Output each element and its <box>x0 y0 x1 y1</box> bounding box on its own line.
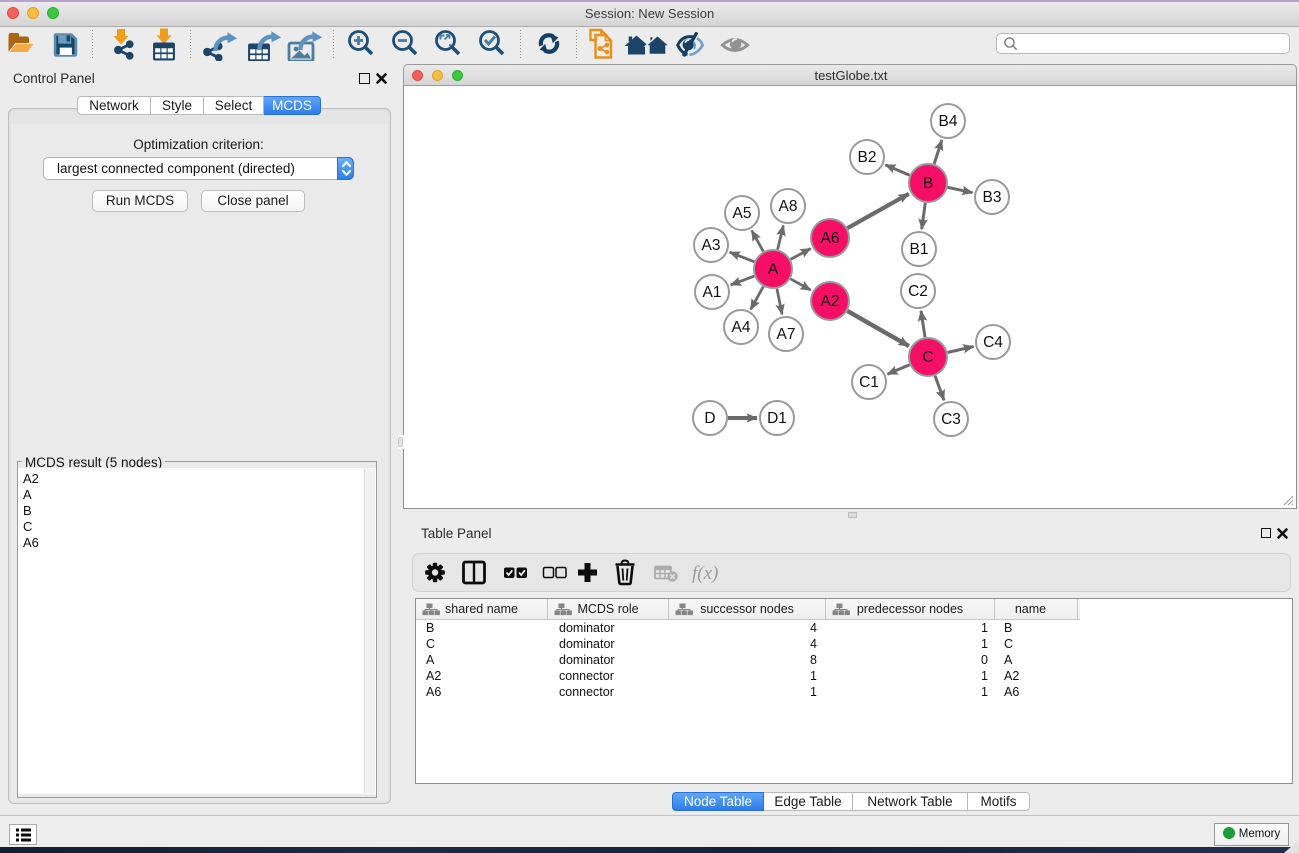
svg-text:C1: C1 <box>859 374 879 391</box>
svg-text:A3: A3 <box>702 237 721 254</box>
svg-text:A6: A6 <box>821 230 840 247</box>
svg-text:B: B <box>923 175 933 192</box>
svg-text:A: A <box>768 261 779 278</box>
svg-text:A4: A4 <box>732 319 751 336</box>
svg-text:B4: B4 <box>939 113 958 130</box>
svg-text:A5: A5 <box>733 205 752 222</box>
svg-text:D: D <box>704 410 715 427</box>
svg-text:A2: A2 <box>821 293 840 310</box>
svg-text:A1: A1 <box>703 284 722 301</box>
svg-text:B1: B1 <box>910 241 929 258</box>
svg-text:C2: C2 <box>908 283 928 300</box>
svg-text:A7: A7 <box>777 326 796 343</box>
svg-text:C4: C4 <box>983 334 1003 351</box>
svg-text:f(x): f(x) <box>692 563 718 584</box>
svg-text:C: C <box>922 349 933 366</box>
svg-text:C3: C3 <box>941 411 961 428</box>
svg-text:B3: B3 <box>983 189 1002 206</box>
svg-text:D1: D1 <box>767 410 787 427</box>
svg-text:B2: B2 <box>858 149 877 166</box>
svg-text:A8: A8 <box>779 198 798 215</box>
